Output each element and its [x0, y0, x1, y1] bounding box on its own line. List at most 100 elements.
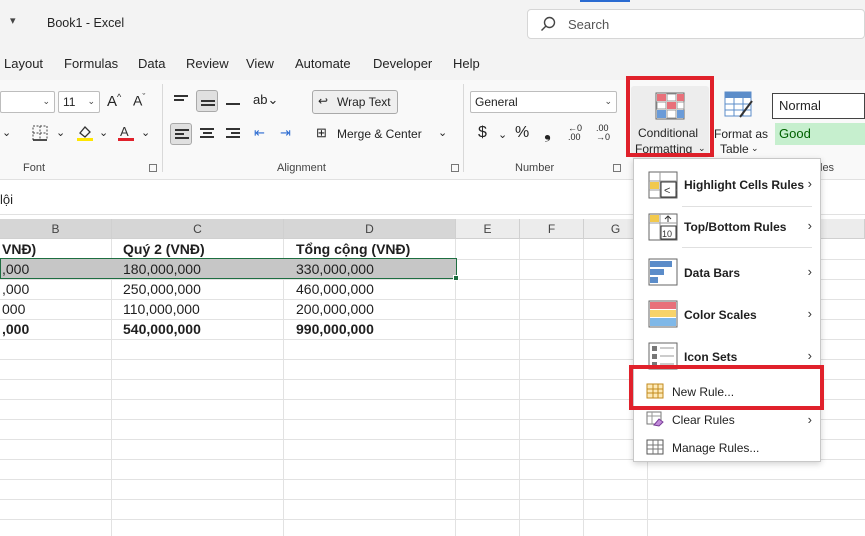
menu-item-label: Color Scales: [684, 308, 757, 322]
manage-rules-icon: [646, 439, 664, 455]
number-format-dropdown[interactable]: General ⌄: [470, 91, 617, 113]
cell-c-row3[interactable]: 110,000,000: [121, 299, 281, 319]
cell-d-total[interactable]: 990,000,000: [294, 319, 454, 339]
chevron-down-icon[interactable]: ⌄: [56, 126, 65, 139]
alignment-dialog-launcher-icon[interactable]: [451, 164, 459, 172]
cell-style-good[interactable]: Good: [775, 123, 865, 145]
cell-b-row2[interactable]: ,000: [0, 279, 110, 299]
excel-window: ▾ Book1 - Excel Search Layout Formulas D…: [0, 0, 865, 536]
menu-item-label: Clear Rules: [672, 413, 735, 427]
tab-data[interactable]: Data: [138, 56, 165, 71]
cell-c-row1[interactable]: 180,000,000: [121, 259, 281, 279]
comma-style-icon[interactable]: ❟: [544, 122, 551, 143]
formula-bar-content: lội: [0, 192, 14, 207]
align-left-button[interactable]: [170, 123, 192, 145]
decrease-font-icon[interactable]: Aˇ: [133, 92, 145, 109]
column-header-e[interactable]: E: [456, 219, 520, 239]
menu-item-label: Highlight Cells Rules: [684, 178, 805, 192]
tab-page-layout[interactable]: Layout: [4, 56, 43, 71]
menu-item-top-bottom-rules[interactable]: 10 Top/Bottom Rules ›: [634, 209, 820, 245]
align-top-button[interactable]: [170, 90, 192, 112]
currency-icon[interactable]: $: [478, 124, 487, 142]
menu-item-highlight-cells-rules[interactable]: < Highlight Cells Rules ›: [634, 167, 820, 203]
cell-d-row3[interactable]: 200,000,000: [294, 299, 454, 319]
col-line: [455, 239, 456, 536]
underline-dropdown-icon[interactable]: ⌄: [2, 126, 11, 139]
cell-d-row2[interactable]: 460,000,000: [294, 279, 454, 299]
chevron-down-icon[interactable]: ⌄: [141, 126, 150, 139]
column-header-f[interactable]: F: [520, 219, 584, 239]
align-right-button[interactable]: [222, 123, 244, 145]
percent-icon[interactable]: %: [515, 124, 529, 142]
font-name-dropdown[interactable]: ⌄: [0, 91, 55, 113]
cell-c-total[interactable]: 540,000,000: [121, 319, 281, 339]
menu-item-label: Icon Sets: [684, 350, 738, 364]
menu-separator: [682, 247, 812, 248]
increase-font-icon[interactable]: A^: [107, 92, 121, 110]
increase-indent-icon[interactable]: ⇥: [280, 125, 291, 141]
ribbon-tabs: Layout Formulas Data Review View Automat…: [0, 46, 865, 80]
increase-decimal-icon[interactable]: ←0.00: [568, 124, 582, 142]
column-header-d[interactable]: D: [284, 219, 456, 239]
align-bottom-button[interactable]: [222, 90, 244, 112]
align-middle-button[interactable]: [196, 90, 218, 112]
cell-c-header[interactable]: Quý 2 (VNĐ): [121, 239, 281, 259]
column-header-b[interactable]: B: [0, 219, 112, 239]
cell-b-total[interactable]: ,000: [0, 319, 110, 339]
number-dialog-launcher-icon[interactable]: [613, 164, 621, 172]
menu-item-label: Data Bars: [684, 266, 741, 280]
cell-d-row1[interactable]: 330,000,000: [294, 259, 454, 279]
tab-automate[interactable]: Automate: [295, 56, 351, 71]
tab-view[interactable]: View: [246, 56, 274, 71]
fill-color-icon[interactable]: [76, 124, 94, 142]
menu-item-data-bars[interactable]: Data Bars ›: [634, 255, 820, 291]
font-dialog-launcher-icon[interactable]: [149, 164, 157, 172]
row-line: [0, 519, 865, 520]
font-size-dropdown[interactable]: 11 ⌄: [58, 91, 100, 113]
number-group-label: Number: [515, 162, 555, 174]
cell-d-header[interactable]: Tổng cộng (VNĐ): [294, 239, 454, 259]
tab-developer[interactable]: Developer: [373, 56, 432, 71]
format-as-table-icon: [724, 91, 753, 118]
menu-separator: [682, 206, 812, 207]
format-as-table-button[interactable]: Format as Table ⌄: [712, 86, 770, 158]
chevron-down-icon[interactable]: ⌄: [438, 126, 447, 139]
cell-style-normal[interactable]: Normal: [772, 93, 865, 119]
col-line: [111, 239, 112, 536]
search-input[interactable]: Search: [527, 9, 865, 39]
merge-center-button[interactable]: Merge & Center: [337, 127, 422, 141]
clear-rules-icon: [646, 411, 664, 427]
menu-item-manage-rules[interactable]: Manage Rules...: [634, 435, 820, 461]
wrap-text-icon: ↩: [318, 94, 329, 108]
cell-b-row3[interactable]: 000: [0, 299, 110, 319]
column-header-c[interactable]: C: [112, 219, 284, 239]
wrap-text-button[interactable]: ↩ Wrap Text: [312, 90, 398, 114]
chevron-right-icon: ›: [807, 412, 812, 427]
align-bottom-icon: [226, 95, 240, 107]
borders-icon[interactable]: [32, 125, 48, 141]
chevron-down-icon[interactable]: ⌄: [99, 126, 108, 139]
align-center-button[interactable]: [196, 123, 218, 145]
alignment-group-label: Alignment: [277, 162, 326, 174]
tab-formulas[interactable]: Formulas: [64, 56, 118, 71]
decrease-indent-icon[interactable]: ⇤: [254, 125, 265, 141]
chevron-down-icon: ⌄: [604, 96, 612, 106]
cell-c-row2[interactable]: 250,000,000: [121, 279, 281, 299]
accent-strip: [580, 0, 630, 2]
customize-qat-icon[interactable]: ▾: [10, 14, 16, 27]
tab-review[interactable]: Review: [186, 56, 229, 71]
tab-help[interactable]: Help: [453, 56, 480, 71]
menu-item-label: Top/Bottom Rules: [684, 220, 787, 234]
menu-item-clear-rules[interactable]: Clear Rules ›: [634, 407, 820, 433]
cell-b-header[interactable]: VNĐ): [0, 239, 110, 259]
orientation-icon[interactable]: ab⌄: [253, 92, 278, 108]
cell-b-row1[interactable]: ,000: [0, 259, 110, 279]
col-line: [519, 239, 520, 536]
font-color-icon[interactable]: A: [117, 124, 135, 142]
chevron-down-icon[interactable]: ⌄: [498, 128, 507, 141]
menu-item-color-scales[interactable]: Color Scales ›: [634, 297, 820, 333]
decrease-decimal-icon[interactable]: .00 →0: [596, 124, 610, 142]
chevron-right-icon: ›: [807, 176, 812, 191]
search-icon: [541, 16, 556, 31]
highlight-cells-icon: <: [648, 171, 678, 199]
